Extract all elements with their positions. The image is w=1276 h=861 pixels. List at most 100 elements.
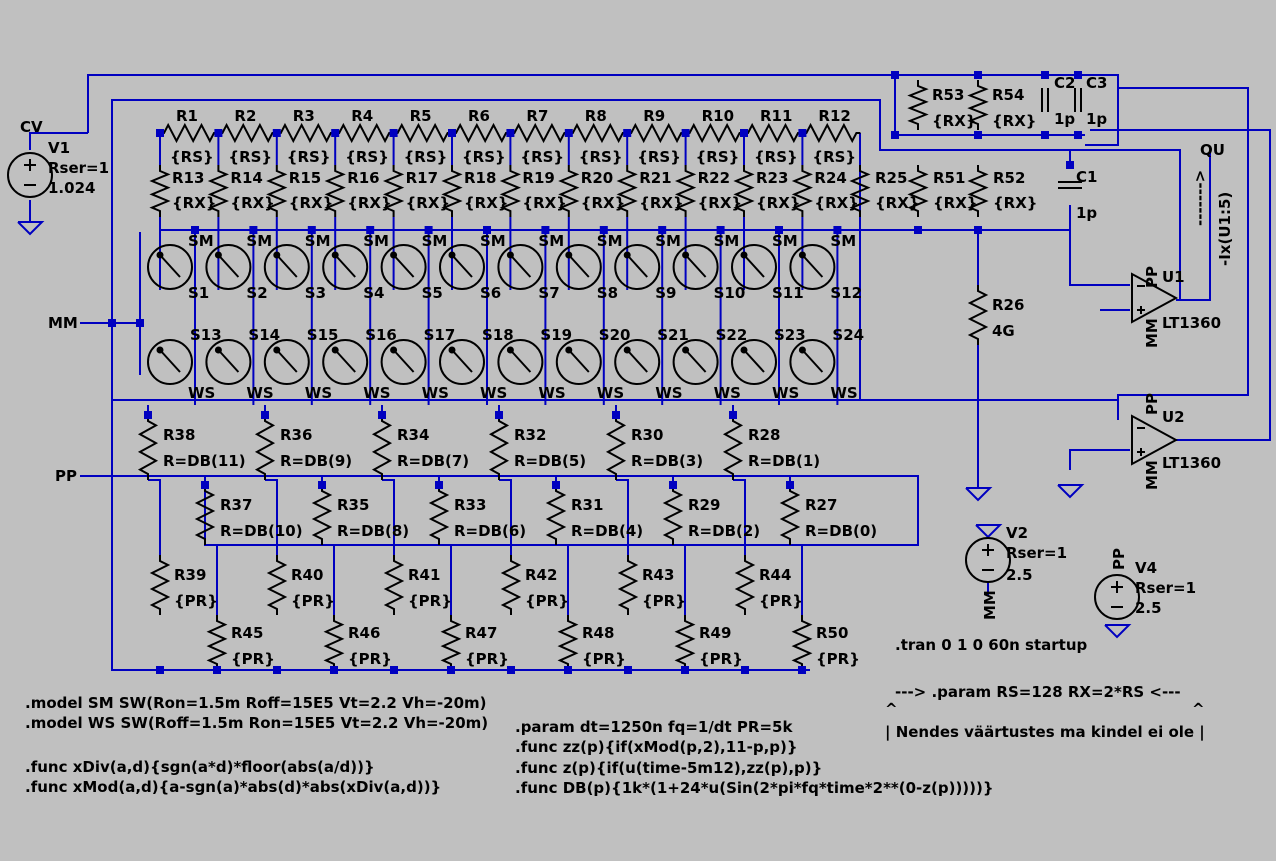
resistor-R41 xyxy=(383,555,405,615)
switch-model: WS xyxy=(714,384,741,402)
resistor-value: {PR} xyxy=(408,592,452,610)
resistor-value: R=DB(9) xyxy=(280,452,352,470)
capacitor-value: 1p xyxy=(1086,110,1107,128)
resistor-R1 xyxy=(160,122,218,144)
switch-model: SM xyxy=(363,232,389,250)
resistor-label: R12 xyxy=(818,107,850,125)
resistor-value: {RX} xyxy=(464,194,508,212)
opamp-label: U1 xyxy=(1162,268,1185,286)
resistor-R31 xyxy=(545,485,567,545)
resistor-value: {RS} xyxy=(812,148,856,166)
resistor-value: {PR} xyxy=(465,650,509,668)
vsource-net: MM xyxy=(981,590,999,620)
probe-arrow: -------> xyxy=(1191,170,1209,226)
switch-S7-blade xyxy=(509,254,532,278)
switch-S20-pivot xyxy=(565,346,573,354)
resistor-value: {RX} xyxy=(992,112,1036,130)
junction-dot xyxy=(330,666,338,674)
switch-S21-blade xyxy=(626,349,648,373)
switch-label: S9 xyxy=(655,284,676,302)
junction-dot xyxy=(729,411,737,419)
switch-S6-blade xyxy=(451,254,473,278)
resistor-R47 xyxy=(440,615,462,670)
switch-S24-blade xyxy=(801,349,824,373)
resistor-label: R29 xyxy=(688,496,720,514)
resistor-value: {PR} xyxy=(174,592,218,610)
switch-S13-blade xyxy=(159,349,181,373)
resistor-value: {RS} xyxy=(404,148,448,166)
ground-symbol xyxy=(975,524,1003,539)
schematic-canvas[interactable]: R1 {RS} R13 {RX} S1 S13 SM WS R2 {RS} R14 {RX} S2 S14… xyxy=(0,0,1276,861)
switch-S16-pivot xyxy=(331,346,339,354)
net-label-qu: QU xyxy=(1200,141,1225,159)
junction-dot xyxy=(1041,71,1049,79)
resistor-label: R14 xyxy=(230,169,262,187)
switch-S4-pivot xyxy=(331,251,339,259)
resistor-label: R39 xyxy=(174,566,206,584)
junction-dot xyxy=(272,129,281,137)
switch-label: S10 xyxy=(714,284,746,302)
resistor-value: {RS} xyxy=(637,148,681,166)
resistor-R40 xyxy=(266,555,288,615)
switch-model: WS xyxy=(538,384,565,402)
resistor-label: R6 xyxy=(468,107,490,125)
resistor-label: R20 xyxy=(581,169,613,187)
switch-S9-pivot xyxy=(623,251,631,259)
switch-label: S4 xyxy=(363,284,384,302)
junction-dot xyxy=(389,129,398,137)
switch-model: WS xyxy=(188,384,215,402)
resistor-label: R50 xyxy=(816,624,848,642)
resistor-value: R=DB(8) xyxy=(337,522,409,540)
junction-dot xyxy=(564,666,572,674)
junction-dot xyxy=(974,226,982,234)
resistor-label: R26 xyxy=(992,296,1024,314)
junction-dot xyxy=(891,131,899,139)
junction-dot xyxy=(318,481,326,489)
junction-dot xyxy=(891,71,899,79)
resistor-value: {PR} xyxy=(699,650,743,668)
resistor-label: R36 xyxy=(280,426,312,444)
resistor-value: {RS} xyxy=(170,148,214,166)
resistor-value: {RS} xyxy=(754,148,798,166)
resistor-label: R51 xyxy=(933,169,965,187)
switch-model: WS xyxy=(305,384,332,402)
resistor-label: R43 xyxy=(642,566,674,584)
resistor-label: R7 xyxy=(526,107,548,125)
switch-S1-blade xyxy=(159,254,181,278)
opamp-pp: PP xyxy=(1143,393,1161,415)
junction-dot xyxy=(448,129,456,137)
switch-label: S3 xyxy=(305,284,326,302)
switch-model: SM xyxy=(188,232,214,250)
directive-caret: ^ xyxy=(885,700,898,718)
resistor-R53 xyxy=(907,80,929,130)
resistor-value: R=DB(2) xyxy=(688,522,760,540)
resistor-R9 xyxy=(627,122,686,144)
resistor-label: R15 xyxy=(289,169,321,187)
junction-dot xyxy=(1066,161,1074,169)
switch-model: SM xyxy=(246,232,272,250)
resistor-value: {RX} xyxy=(932,112,976,130)
resistor-R26 xyxy=(967,285,989,345)
resistor-label: R2 xyxy=(234,107,256,125)
resistor-R5 xyxy=(393,122,452,144)
switch-model: SM xyxy=(597,232,623,250)
ground-symbol xyxy=(17,221,45,236)
switch-label: S19 xyxy=(540,326,572,344)
resistor-value: {RX} xyxy=(756,194,800,212)
resistor-R50 xyxy=(791,615,813,670)
resistor-label: R9 xyxy=(643,107,665,125)
resistor-R43 xyxy=(617,555,639,615)
junction-dot xyxy=(612,411,620,419)
switch-model: WS xyxy=(246,384,273,402)
resistor-R27 xyxy=(779,485,801,545)
switch-label: S13 xyxy=(190,326,222,344)
resistor-label: R46 xyxy=(348,624,380,642)
resistor-label: R13 xyxy=(172,169,204,187)
junction-dot xyxy=(798,666,806,674)
switch-label: S11 xyxy=(772,284,804,302)
resistor-label: R37 xyxy=(220,496,252,514)
junction-dot xyxy=(378,411,386,419)
switch-S8-blade xyxy=(568,254,590,278)
switch-model: SM xyxy=(655,232,681,250)
net-label-cv: CV xyxy=(20,118,43,136)
